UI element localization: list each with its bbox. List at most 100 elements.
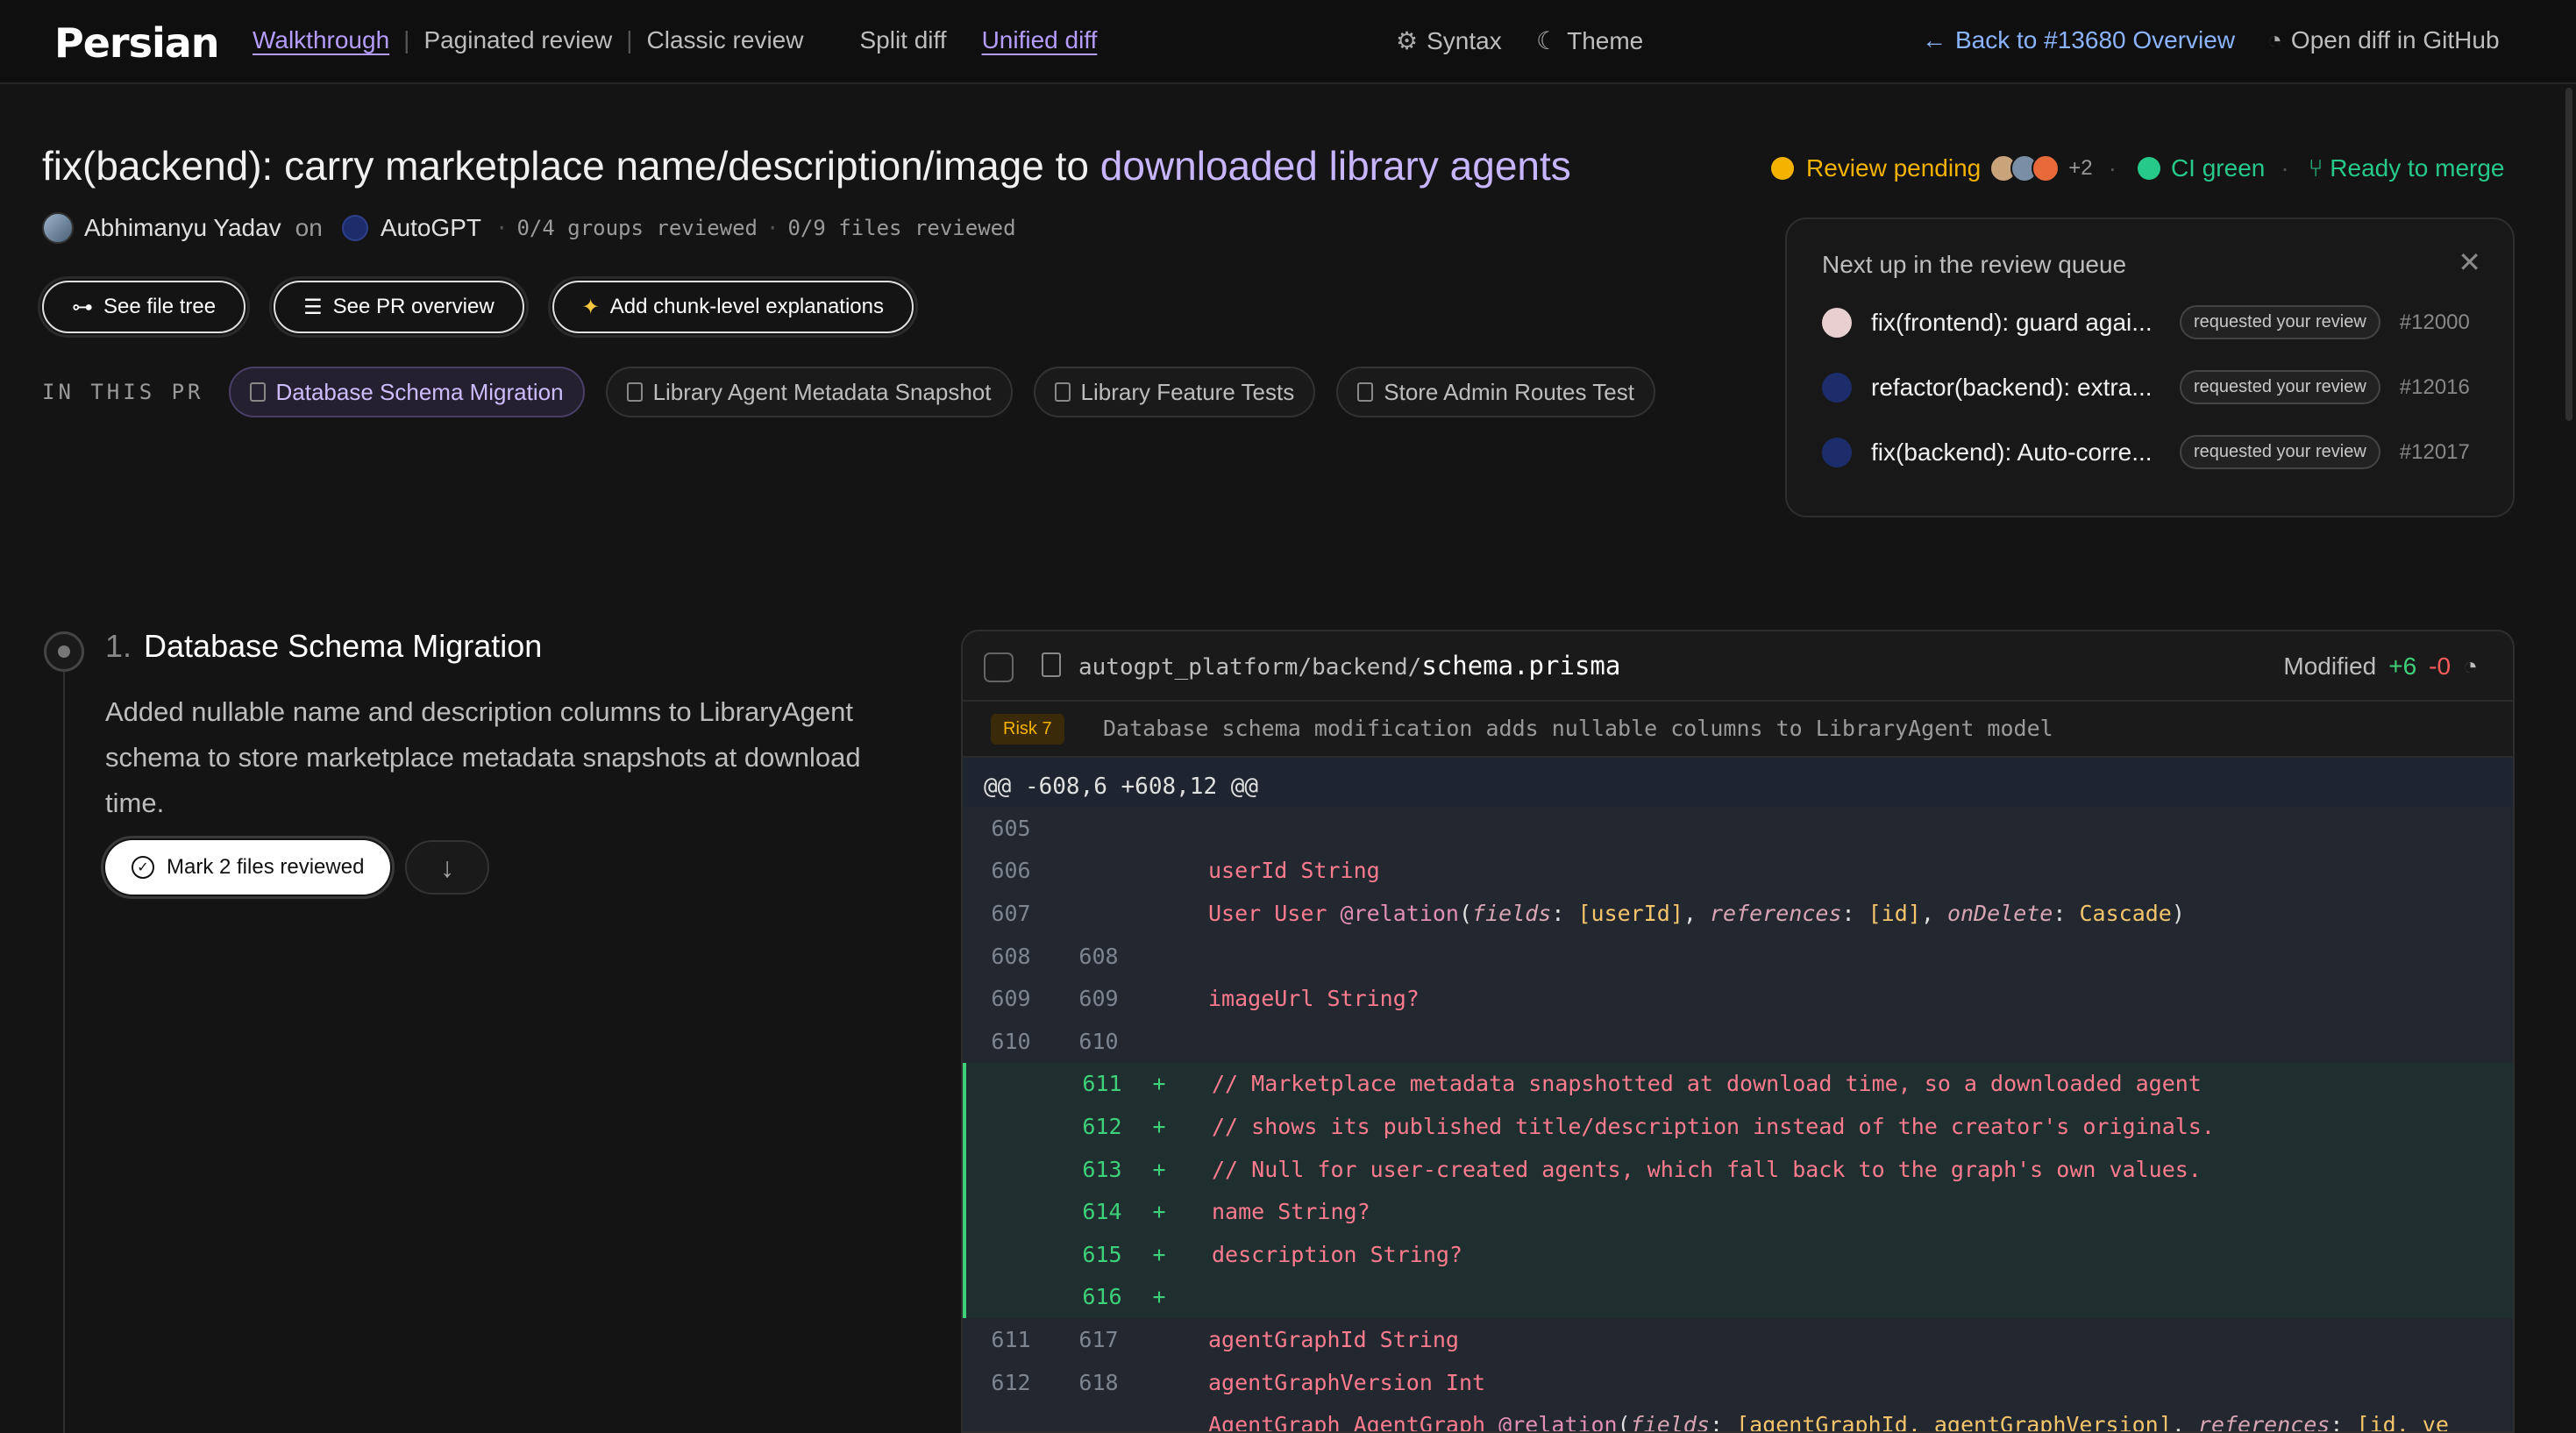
- open-github-link[interactable]: ◔ Open diff in GitHub: [2267, 26, 2500, 54]
- next-section-button[interactable]: ↓: [405, 840, 489, 895]
- diff-line-added: 613 +// Null for user-created agents, whi…: [963, 1147, 2513, 1191]
- extra-reviewers-count: +2: [2068, 156, 2093, 180]
- clock-icon: [1771, 157, 1794, 180]
- pr-status: Review pending +2 · CI green · ⑂ Ready t…: [1771, 154, 2505, 182]
- queue-item[interactable]: fix(backend): Auto-corre... requested yo…: [1822, 435, 2488, 469]
- section-title-text: Database Schema Migration: [144, 628, 543, 664]
- diff-line: 608 608: [963, 934, 2513, 978]
- diff-line: 605: [963, 807, 2513, 850]
- see-file-tree-button[interactable]: ⊶ See file tree: [37, 276, 251, 338]
- section-description: Added nullable name and description colu…: [105, 696, 861, 818]
- repo-name[interactable]: AutoGPT: [381, 214, 481, 242]
- in-this-pr-label: IN THIS PR: [42, 380, 204, 404]
- deletions-count: -0: [2429, 652, 2451, 680]
- ci-status[interactable]: CI green: [2137, 154, 2266, 182]
- pr-overview-label: See PR overview: [332, 295, 495, 318]
- check-circle-icon: [2137, 157, 2160, 180]
- chip-library-feature-tests[interactable]: Library Feature Tests: [1033, 367, 1316, 417]
- diff-line: 609 609 imageUrl String?: [963, 977, 2513, 1020]
- top-nav: Persian Walkthrough | Paginated review |…: [0, 0, 2576, 84]
- diff-line: 610 610: [963, 1019, 2513, 1063]
- diff-panel: autogpt_platform/backend/schema.prisma M…: [961, 630, 2515, 1433]
- add-explanations-button[interactable]: ✦ Add chunk-level explanations: [547, 276, 918, 338]
- file-header: autogpt_platform/backend/schema.prisma M…: [963, 631, 2513, 702]
- syntax-toggle[interactable]: ⚙ Syntax: [1396, 26, 1502, 55]
- file-icon: [1042, 652, 1061, 677]
- groups-reviewed: 0/4 groups reviewed: [516, 216, 758, 240]
- diff-line: 607 User User @relation(fields: [userId],…: [963, 892, 2513, 935]
- chip-library-agent-metadata[interactable]: Library Agent Metadata Snapshot: [605, 367, 1013, 417]
- diff-line: 612 618 agentGraphVersion Int: [963, 1360, 2513, 1404]
- queue-item[interactable]: fix(frontend): guard agai... requested y…: [1822, 305, 2488, 339]
- review-queue-panel: Next up in the review queue ✕ fix(fronte…: [1785, 217, 2515, 517]
- chip-store-admin-routes[interactable]: Store Admin Routes Test: [1336, 367, 1655, 417]
- action-buttons: ⊶ See file tree ☰ See PR overview ✦ Add …: [37, 276, 918, 338]
- file-path: autogpt_platform/backend/schema.prisma: [1078, 651, 1620, 681]
- queue-title: Next up in the review queue: [1822, 251, 2127, 278]
- diff-line-added: 614 + name String?: [963, 1190, 2513, 1233]
- section-title: 1. Database Schema Migration: [105, 628, 542, 665]
- chip-database-schema-migration[interactable]: Database Schema Migration: [228, 367, 585, 417]
- review-pending-status[interactable]: Review pending: [1771, 154, 1981, 182]
- queue-item[interactable]: refactor(backend): extra... requested yo…: [1822, 370, 2488, 404]
- step-indicator[interactable]: [44, 631, 84, 672]
- queue-item-number: #12000: [2399, 310, 2470, 334]
- diff-line: AgentGraph AgentGraph @relation(fields: …: [963, 1403, 2513, 1431]
- chip-label: Library Agent Metadata Snapshot: [652, 378, 992, 405]
- section-number: 1.: [105, 628, 132, 664]
- check-icon: ✓: [132, 856, 154, 879]
- nav-walkthrough[interactable]: Walkthrough: [253, 26, 389, 54]
- explanations-label: Add chunk-level explanations: [609, 295, 884, 318]
- github-icon[interactable]: ◔: [2463, 652, 2478, 681]
- files-reviewed: 0/9 files reviewed: [787, 216, 1016, 240]
- arrow-left-icon: ←: [1922, 26, 1946, 53]
- queue-item-title: fix(backend): Auto-corre...: [1871, 438, 2153, 466]
- author-name[interactable]: Abhimanyu Yadav: [84, 214, 281, 242]
- page-scrollbar[interactable]: [2565, 88, 2572, 421]
- queue-item-badge: requested your review: [2180, 305, 2380, 339]
- chip-label: Database Schema Migration: [275, 378, 564, 405]
- gear-icon: ⚙: [1396, 27, 1419, 54]
- sparkle-icon: ✦: [581, 295, 600, 319]
- close-icon[interactable]: ✕: [2458, 246, 2481, 279]
- back-to-overview-link[interactable]: ← Back to #13680 Overview: [1922, 26, 2235, 54]
- avatar: [1822, 437, 1852, 467]
- nav-paginated-review[interactable]: Paginated review: [423, 26, 612, 54]
- theme-label: Theme: [1567, 26, 1644, 54]
- tree-icon: ⊶: [72, 295, 93, 319]
- review-status-label: Review pending: [1806, 154, 1982, 182]
- open-github-label: Open diff in GitHub: [2290, 26, 2500, 53]
- ci-label: CI green: [2170, 154, 2266, 182]
- queue-item-title: fix(frontend): guard agai...: [1871, 308, 2153, 336]
- reviewer-avatars[interactable]: [1989, 154, 2060, 182]
- document-icon: [249, 382, 266, 402]
- list-icon: ☰: [303, 295, 323, 319]
- queue-item-title: refactor(backend): extra...: [1871, 373, 2153, 401]
- on-text: on: [295, 214, 323, 241]
- queue-item-badge: requested your review: [2180, 370, 2380, 404]
- file-reviewed-checkbox[interactable]: [984, 652, 1014, 682]
- arrow-down-icon: ↓: [440, 851, 454, 883]
- mark-files-reviewed-button[interactable]: ✓ Mark 2 files reviewed: [100, 836, 395, 899]
- nav-split-diff[interactable]: Split diff: [859, 26, 946, 54]
- chip-label: Library Feature Tests: [1080, 378, 1295, 405]
- title-highlight: downloaded library agents: [1099, 143, 1571, 189]
- see-pr-overview-button[interactable]: ☰ See PR overview: [269, 276, 529, 338]
- merge-status[interactable]: ⑂ Ready to merge: [2309, 154, 2505, 182]
- document-icon: [1054, 382, 1071, 402]
- github-icon: ◔: [2267, 26, 2282, 53]
- file-status: Modified: [2283, 652, 2377, 680]
- nav-unified-diff[interactable]: Unified diff: [982, 26, 1098, 54]
- syntax-label: Syntax: [1427, 26, 1502, 54]
- chip-label: Store Admin Routes Test: [1384, 378, 1634, 405]
- avatar: [1822, 307, 1852, 338]
- theme-toggle[interactable]: ☾ Theme: [1536, 26, 1643, 55]
- diff-line: 606 userId String: [963, 849, 2513, 893]
- diff-lines: 605 606 userId String 607 User User @relat…: [963, 807, 2513, 1431]
- author-avatar: [42, 212, 74, 244]
- nav-classic-review[interactable]: Classic review: [647, 26, 804, 54]
- queue-item-number: #12017: [2399, 439, 2470, 464]
- view-mode-nav: Walkthrough | Paginated review | Classic…: [253, 26, 1098, 54]
- diff-line-added: 615 + description String?: [963, 1232, 2513, 1276]
- risk-row: Risk 7 Database schema modification adds…: [963, 702, 2513, 758]
